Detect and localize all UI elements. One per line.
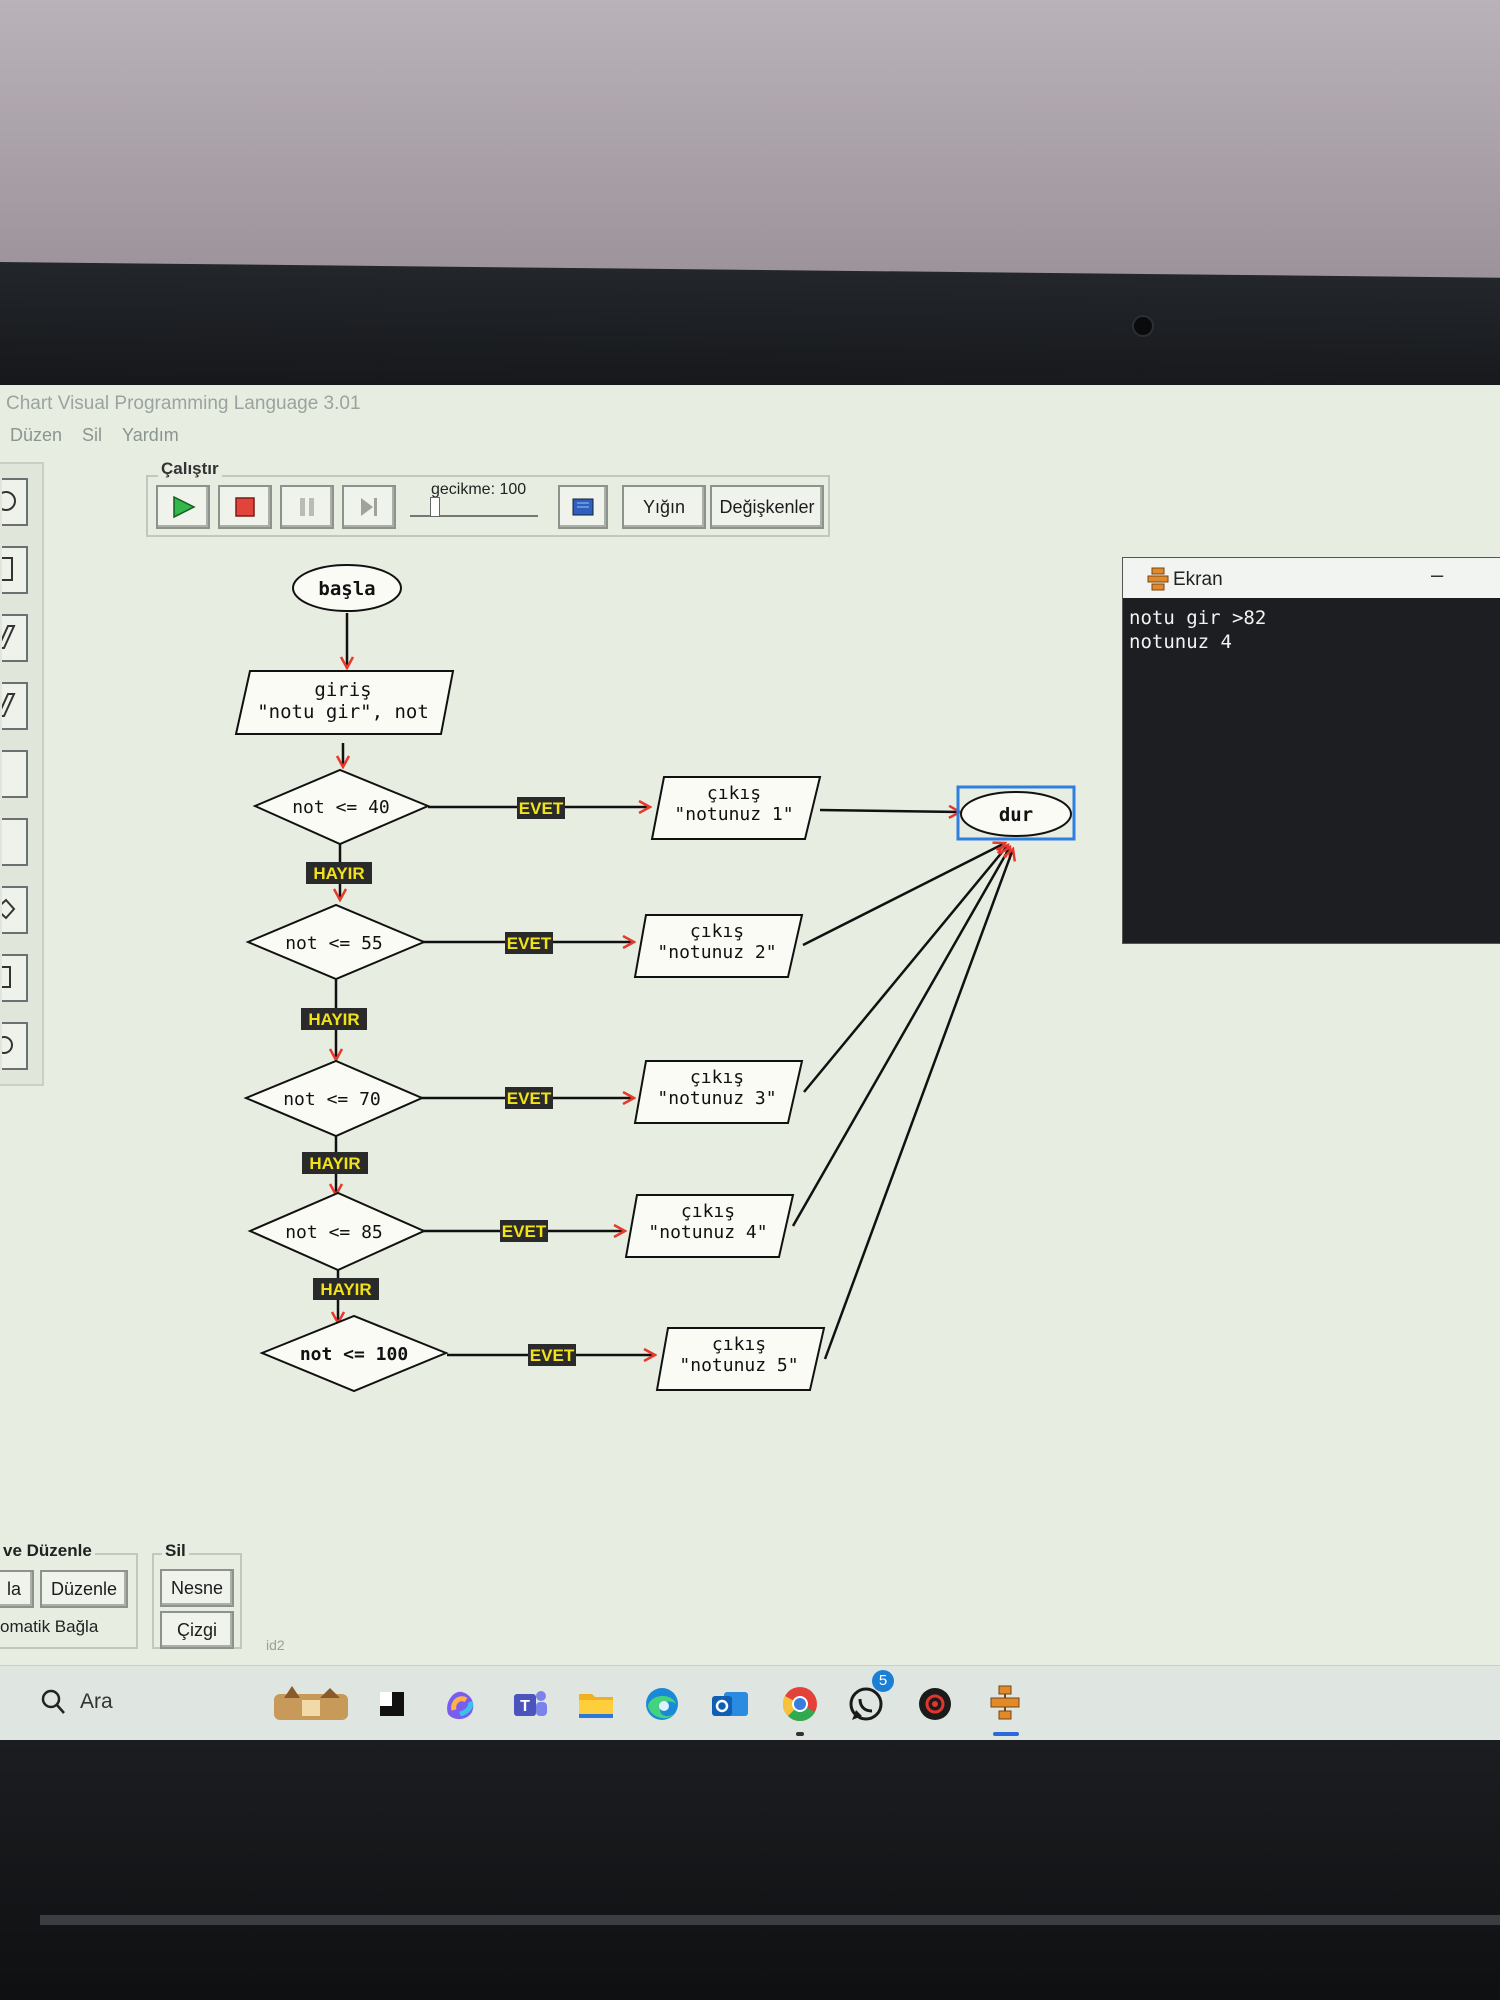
no-label-3: HAYIR (309, 1154, 360, 1173)
laptop-hinge (40, 1915, 1500, 1925)
decision-1-label: not <= 40 (292, 797, 390, 818)
output-5-text: "notunuz 5" (679, 1355, 798, 1376)
screen-window-title: Ekran (1173, 569, 1223, 590)
console-line-1: notu gir >82 (1129, 607, 1267, 629)
chrome-running-indicator (796, 1732, 804, 1736)
arrange-button[interactable]: Düzenle (40, 1570, 128, 1608)
search-label[interactable]: Ara (80, 1690, 113, 1714)
output-1-text: "notunuz 1" (674, 804, 793, 825)
webcam (1132, 315, 1154, 337)
decision-3-label: not <= 70 (283, 1089, 381, 1110)
search-icon[interactable] (40, 1688, 66, 1716)
output-node-4[interactable]: çıkış "notunuz 4" (624, 1194, 795, 1258)
edge-icon[interactable] (642, 1684, 682, 1724)
delete-line-button[interactable]: Çizgi (160, 1611, 234, 1649)
decision-node-1[interactable]: not <= 40 (252, 768, 431, 846)
input-args: "notu gir", not (257, 701, 429, 723)
arrange-group-label: ve Düzenle (0, 1541, 95, 1561)
decision-node-3[interactable]: not <= 70 (243, 1059, 425, 1138)
yes-label-2: EVET (507, 934, 552, 953)
no-label-4: HAYIR (320, 1280, 371, 1299)
yes-label-4: EVET (502, 1222, 547, 1241)
chrome-icon[interactable] (780, 1684, 820, 1724)
input-keyword: giriş (314, 679, 371, 701)
delete-object-button[interactable]: Nesne (160, 1569, 234, 1607)
no-label-1: HAYIR (313, 864, 364, 883)
outlook-icon[interactable] (710, 1684, 750, 1724)
output-2-keyword: çıkış (690, 921, 744, 942)
flowchart-app-icon[interactable] (985, 1684, 1025, 1724)
output-5-keyword: çıkış (712, 1334, 766, 1355)
task-view-icon[interactable] (372, 1684, 412, 1724)
delete-group-label: Sil (162, 1541, 189, 1561)
wall-background (0, 0, 1500, 280)
copilot-icon[interactable] (440, 1684, 480, 1724)
decision-2-label: not <= 55 (285, 933, 383, 954)
output-3-text: "notunuz 3" (657, 1088, 776, 1109)
output-3-to-end-line[interactable] (803, 845, 1008, 1093)
output-3-keyword: çıkış (690, 1067, 744, 1088)
yes-label-5: EVET (530, 1346, 575, 1365)
output-5-to-end-line[interactable] (823, 849, 1013, 1360)
output-4-keyword: çıkış (681, 1201, 735, 1222)
whatsapp-badge: 5 (872, 1670, 894, 1692)
decision-node-4[interactable]: not <= 85 (247, 1191, 427, 1272)
laptop-screen: Chart Visual Programming Language 3.01 D… (0, 385, 1500, 1740)
yes-labels: EVET EVET EVET EVET EVET (500, 797, 576, 1366)
end-node[interactable]: dur (956, 785, 1076, 841)
output-node-3[interactable]: çıkış "notunuz 3" (633, 1060, 804, 1124)
input-node[interactable]: giriş "notu gir", not (234, 670, 455, 735)
decision-4-label: not <= 85 (285, 1222, 383, 1243)
output-node-5[interactable]: çıkış "notunuz 5" (655, 1327, 826, 1391)
output-1-to-end-line[interactable] (819, 810, 960, 812)
file-explorer-icon[interactable] (576, 1684, 616, 1724)
svg-text:T: T (520, 1698, 530, 1715)
yes-label-3: EVET (507, 1089, 552, 1108)
yes-label-1: EVET (519, 799, 564, 818)
output-2-text: "notunuz 2" (657, 942, 776, 963)
decision-node-2[interactable]: not <= 55 (245, 903, 427, 981)
console-line-2: notunuz 4 (1129, 631, 1232, 653)
end-label: dur (999, 804, 1033, 826)
output-4-text: "notunuz 4" (648, 1222, 767, 1243)
decision-node-5[interactable]: not <= 100 (259, 1314, 449, 1393)
auto-connect-label[interactable]: omatik Bağla (0, 1617, 98, 1637)
screen-output-window: Ekran – notu gir >82 notunuz 4 (1122, 557, 1500, 944)
laptop-bottom-bezel (0, 1740, 1500, 2000)
output-2-to-end-line[interactable] (802, 843, 1005, 947)
windows-taskbar: Ara T 5 (0, 1665, 1500, 1740)
minimize-button[interactable]: – (1431, 562, 1443, 588)
game-app-icon[interactable] (915, 1684, 955, 1724)
output-node-1[interactable]: çıkış "notunuz 1" (650, 776, 822, 840)
output-4-to-end-line[interactable] (791, 847, 1010, 1227)
widgets-icon[interactable] (272, 1684, 350, 1724)
start-label: başla (318, 578, 375, 600)
screen-window-titlebar[interactable]: Ekran – (1123, 558, 1500, 598)
flowchart-app-icon (1147, 567, 1169, 591)
active-app-indicator (993, 1732, 1019, 1736)
output-node-2[interactable]: çıkış "notunuz 2" (633, 914, 804, 978)
console-output: notu gir >82 notunuz 4 (1129, 606, 1266, 654)
teams-icon[interactable]: T (510, 1684, 550, 1724)
output-1-keyword: çıkış (707, 783, 761, 804)
start-node[interactable]: başla (292, 564, 402, 612)
no-label-2: HAYIR (308, 1010, 359, 1029)
arrange-left-button[interactable]: la (0, 1570, 34, 1608)
status-id: id2 (266, 1637, 285, 1653)
decision-5-label: not <= 100 (300, 1344, 408, 1365)
